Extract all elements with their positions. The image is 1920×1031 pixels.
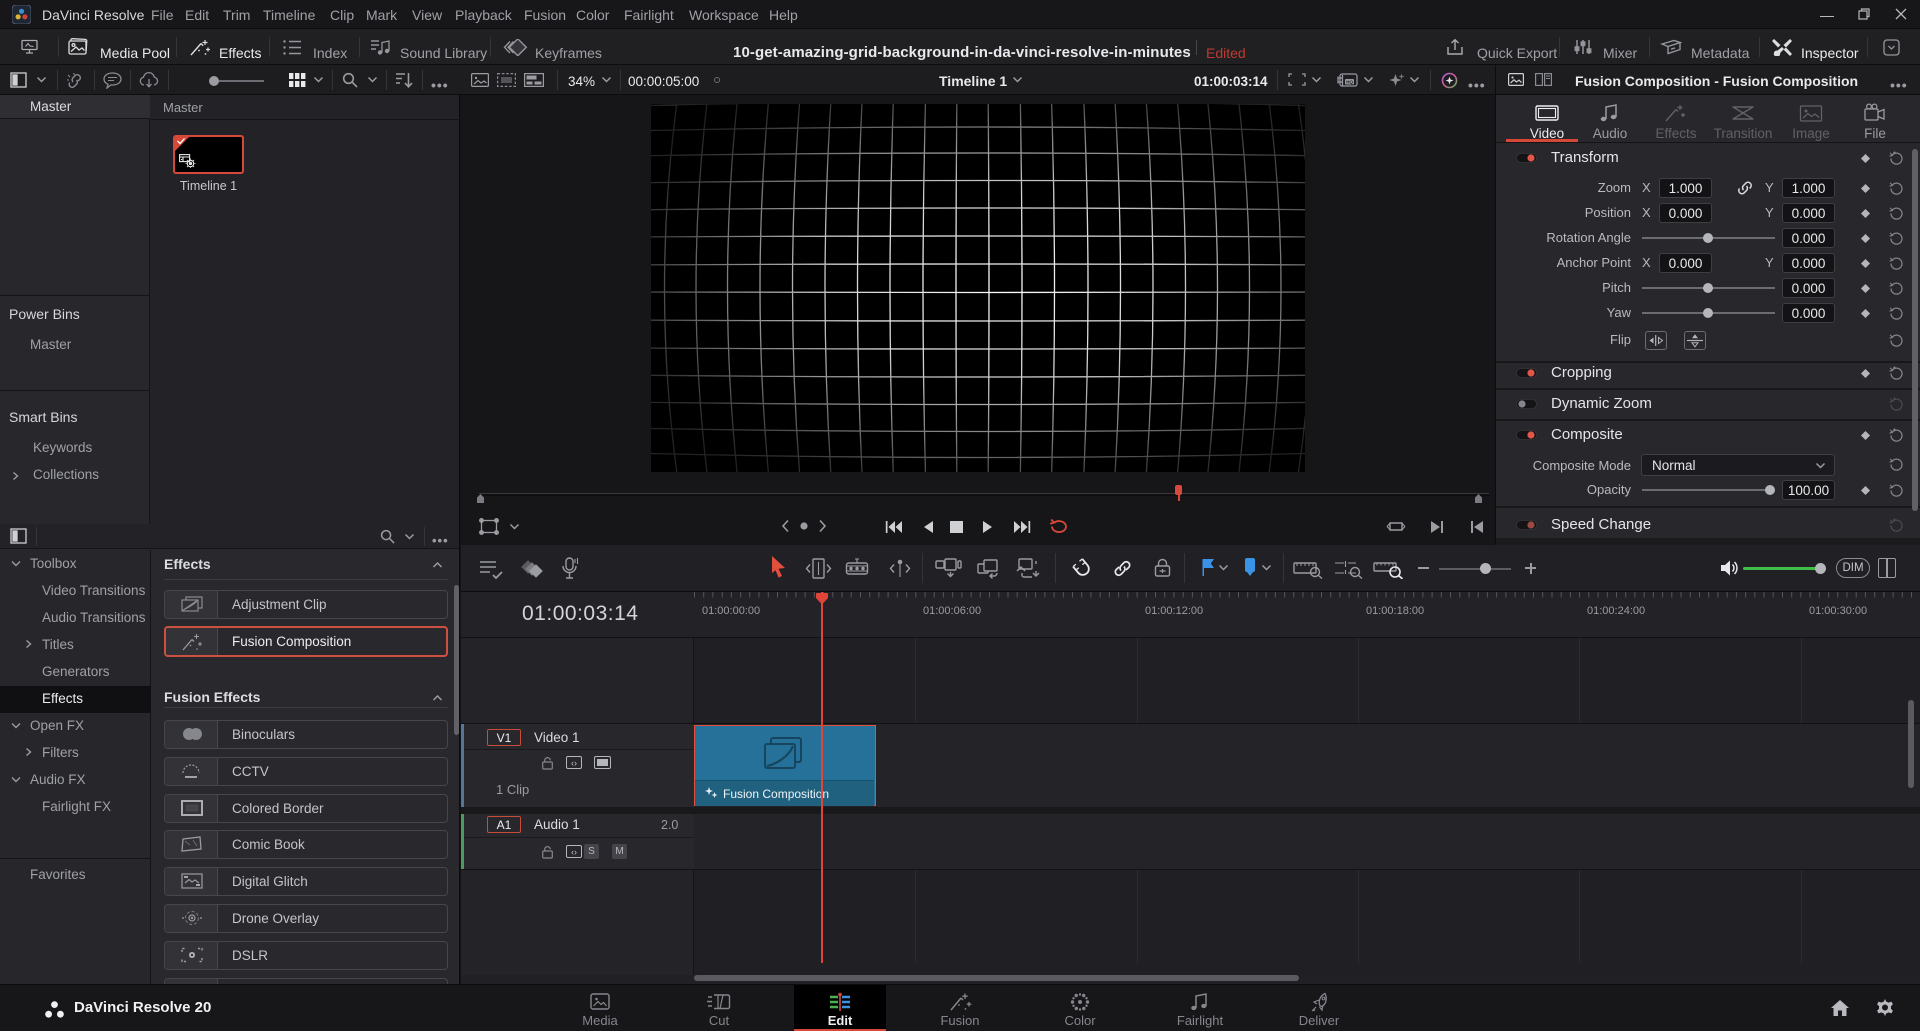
svg-text:HQ: HQ bbox=[1346, 80, 1353, 85]
